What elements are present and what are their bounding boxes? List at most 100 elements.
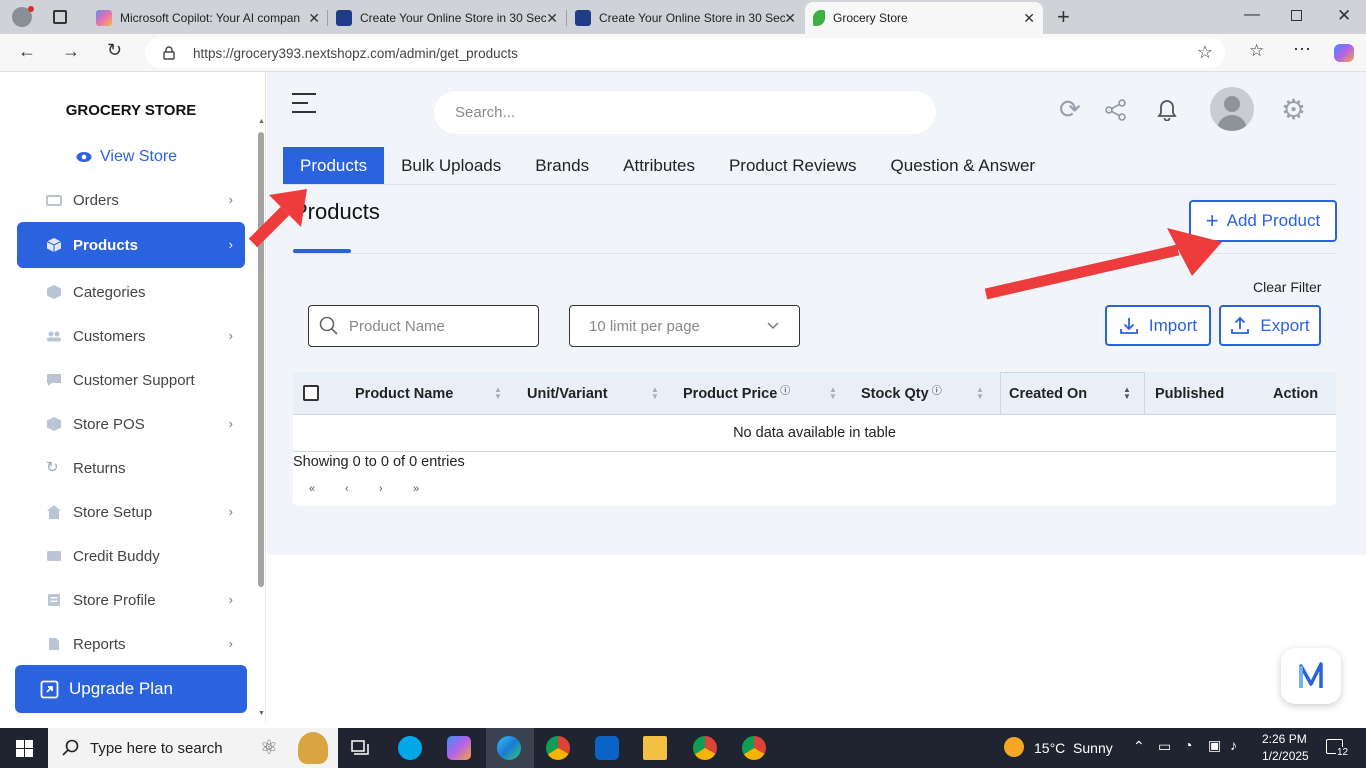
pager-next[interactable]: › <box>379 483 383 495</box>
clock-time[interactable]: 2:26 PM <box>1262 732 1307 746</box>
edge-icon[interactable] <box>497 736 521 760</box>
column-unit-variant[interactable]: Unit/Variant <box>527 372 608 415</box>
skype-icon[interactable] <box>398 736 422 760</box>
column-published[interactable]: Published <box>1155 372 1224 415</box>
sidebar-item-categories[interactable]: Categories <box>17 269 245 315</box>
settings-gear-icon[interactable]: ⚙ <box>1281 93 1306 126</box>
restore-icon[interactable] <box>1291 10 1302 21</box>
scroll-down-icon[interactable]: ▼ <box>258 710 265 717</box>
minimize-icon[interactable]: — <box>1244 6 1260 24</box>
chat-icon <box>47 374 61 386</box>
sidebar-item-customer-support[interactable]: Customer Support <box>17 357 245 403</box>
windows-start-icon[interactable] <box>16 740 33 757</box>
global-search[interactable] <box>434 91 936 134</box>
sidebar-item-reports[interactable]: Reports › <box>17 621 245 667</box>
tab-products[interactable]: Products <box>283 147 385 185</box>
bell-icon[interactable] <box>1157 99 1177 121</box>
menu-toggle-icon[interactable] <box>292 92 318 114</box>
sidebar-item-store-pos[interactable]: Store POS › <box>17 401 245 447</box>
chrome-profile-t-icon[interactable] <box>742 736 766 760</box>
profile-icon <box>48 594 60 606</box>
forward-arrow-icon[interactable]: → <box>62 41 80 62</box>
refresh-icon[interactable]: ↻ <box>107 40 122 61</box>
export-label: Export <box>1260 315 1310 335</box>
tab-brands[interactable]: Brands <box>518 147 606 185</box>
import-button[interactable]: Import <box>1105 305 1211 346</box>
close-tab-icon[interactable]: ✕ <box>546 10 558 27</box>
clear-filter-link[interactable]: Clear Filter <box>1253 279 1321 295</box>
pager-previous[interactable]: ‹ <box>345 483 349 495</box>
column-product-price[interactable]: Product Price ⓘ <box>683 372 790 415</box>
clock-date[interactable]: 1/2/2025 <box>1262 749 1309 763</box>
sidebar-item-products[interactable]: Products › <box>17 222 245 268</box>
copilot-icon[interactable] <box>1334 44 1354 62</box>
column-stock-qty[interactable]: Stock Qty ⓘ <box>861 372 942 415</box>
global-search-input[interactable] <box>455 104 895 121</box>
product-name-input[interactable] <box>349 317 529 335</box>
more-options-icon[interactable]: ⋯ <box>1293 39 1311 60</box>
column-created-on[interactable]: Created On <box>1009 372 1087 415</box>
browser-tab-copilot[interactable]: Microsoft Copilot: Your AI compan ✕ <box>88 2 328 34</box>
wifi-icon[interactable]: ◔ <box>1184 737 1192 753</box>
tab-bulk-uploads[interactable]: Bulk Uploads <box>384 147 518 185</box>
task-view-icon[interactable] <box>350 738 370 758</box>
pager-first[interactable]: « <box>309 483 315 495</box>
tab-question-answer[interactable]: Question & Answer <box>874 147 1053 185</box>
user-avatar[interactable] <box>1210 87 1254 131</box>
tab-product-reviews[interactable]: Product Reviews <box>712 147 874 185</box>
nextshopz-logo-icon <box>1299 662 1323 688</box>
sync-icon[interactable]: ⟳ <box>1059 94 1081 125</box>
chrome-profile-n-icon[interactable] <box>693 736 717 760</box>
close-window-icon[interactable]: ✕ <box>1337 6 1351 26</box>
tabs-divider <box>283 184 1336 185</box>
returns-icon: ↻ <box>46 459 59 476</box>
view-store-link[interactable]: View Store <box>76 148 177 166</box>
tab-attributes[interactable]: Attributes <box>606 147 712 185</box>
nextshopz-chat-widget[interactable] <box>1281 648 1341 704</box>
volume-icon[interactable]: ♪ <box>1230 737 1237 753</box>
close-tab-icon[interactable]: ✕ <box>308 10 320 27</box>
weather-text[interactable]: 15°C Sunny <box>1034 740 1113 756</box>
browser-tab-grocery-store[interactable]: Grocery Store ✕ <box>805 2 1043 34</box>
external-link-icon <box>40 680 59 698</box>
browser-tab-store-2[interactable]: Create Your Online Store in 30 Sec ✕ <box>567 2 804 34</box>
close-tab-icon[interactable]: ✕ <box>1023 10 1035 27</box>
product-tabs: Products Bulk Uploads Brands Attributes … <box>283 147 1052 185</box>
column-product-name[interactable]: Product Name <box>355 372 453 415</box>
scroll-up-icon[interactable]: ▲ <box>258 118 265 125</box>
url-field[interactable]: https://grocery393.nextshopz.com/admin/g… <box>145 38 1225 68</box>
select-all-checkbox[interactable] <box>303 385 319 401</box>
favorites-icon[interactable]: ☆ <box>1249 41 1264 61</box>
show-hidden-icons[interactable]: ⌃ <box>1133 738 1145 755</box>
column-product-price-label: Product Price <box>683 385 778 402</box>
network-icon[interactable]: ▭ <box>1158 738 1171 755</box>
url-text: https://grocery393.nextshopz.com/admin/g… <box>193 45 518 61</box>
product-name-filter[interactable] <box>308 305 539 347</box>
sidebar-item-customers[interactable]: Customers › <box>17 313 245 359</box>
copilot-app-icon[interactable] <box>447 736 471 760</box>
outlook-icon[interactable] <box>595 736 619 760</box>
sidebar-item-label: Store POS <box>73 415 145 433</box>
taskbar-search[interactable]: Type here to search ⚛ <box>48 728 338 768</box>
favorite-star-icon[interactable]: ☆ <box>1197 42 1213 63</box>
tab-actions-icon[interactable] <box>53 10 67 24</box>
sidebar-item-store-setup[interactable]: Store Setup › <box>17 489 245 535</box>
sidebar-item-store-profile[interactable]: Store Profile › <box>17 577 245 623</box>
close-tab-icon[interactable]: ✕ <box>784 10 796 27</box>
chevron-right-icon: › <box>228 636 233 651</box>
back-arrow-icon[interactable]: ← <box>18 41 36 62</box>
sidebar-item-credit-buddy[interactable]: Credit Buddy <box>17 533 245 579</box>
limit-per-page-select[interactable]: 10 limit per page <box>569 305 800 347</box>
pager-last[interactable]: » <box>413 483 419 495</box>
display-icon[interactable]: ▣ <box>1208 737 1221 754</box>
sidebar-item-orders[interactable]: Orders › <box>17 177 245 223</box>
main-content-bottom <box>267 555 1366 725</box>
upgrade-plan-button[interactable]: Upgrade Plan <box>15 665 247 713</box>
file-explorer-icon[interactable] <box>643 736 667 760</box>
sidebar-item-returns[interactable]: ↻ Returns <box>17 445 245 491</box>
share-icon[interactable] <box>1105 99 1127 121</box>
new-tab-icon[interactable]: + <box>1057 4 1070 30</box>
chrome-profile-h-icon[interactable] <box>546 736 570 760</box>
export-button[interactable]: Export <box>1219 305 1321 346</box>
browser-tab-store-1[interactable]: Create Your Online Store in 30 Sec ✕ <box>328 2 566 34</box>
